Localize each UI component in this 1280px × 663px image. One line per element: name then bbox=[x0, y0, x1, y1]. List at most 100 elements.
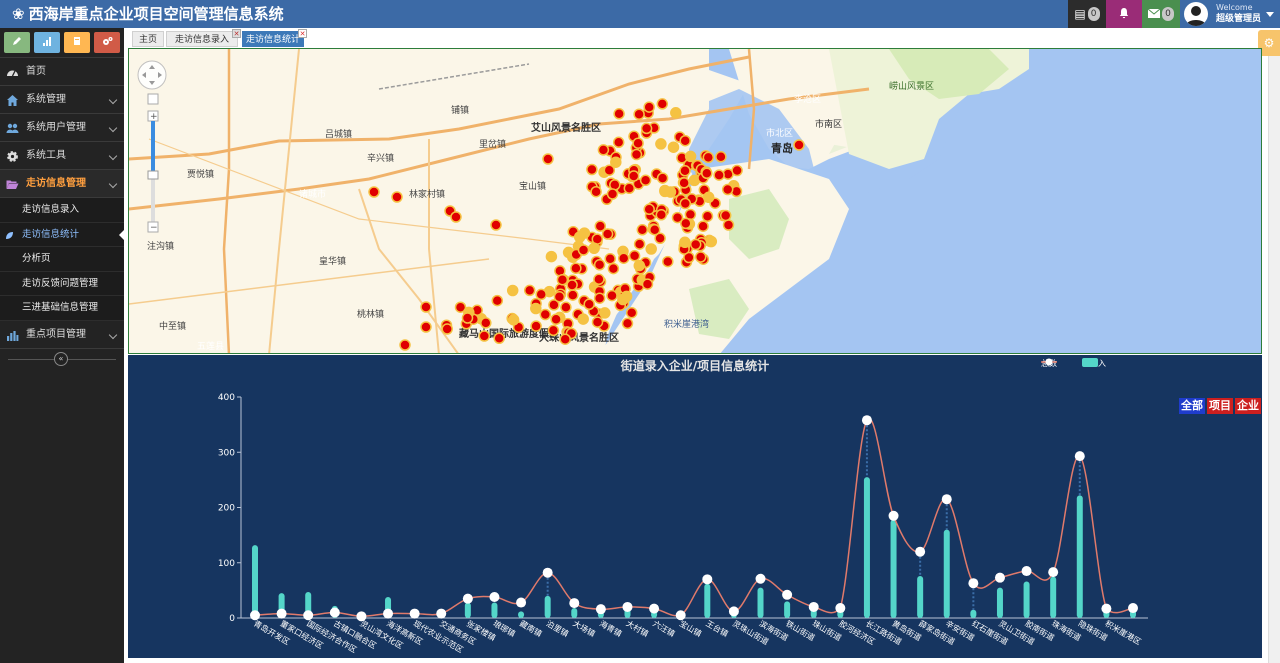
enterprise-marker[interactable] bbox=[701, 167, 713, 180]
enterprise-marker[interactable] bbox=[648, 223, 661, 236]
enterprise-marker[interactable] bbox=[594, 220, 607, 232]
enterprise-marker[interactable] bbox=[664, 186, 677, 198]
enterprise-marker[interactable] bbox=[570, 262, 582, 274]
bar-entered[interactable] bbox=[970, 609, 977, 618]
subnav-feedback[interactable]: 走访反馈问题管理 bbox=[0, 271, 124, 296]
enterprise-marker[interactable] bbox=[607, 262, 620, 275]
enterprise-marker[interactable] bbox=[613, 108, 625, 120]
nav-key-projects[interactable]: 重点项目管理 bbox=[0, 321, 124, 349]
total-point[interactable] bbox=[1101, 603, 1112, 614]
bar-entered[interactable] bbox=[917, 576, 924, 618]
enterprise-marker[interactable] bbox=[583, 298, 595, 311]
enterprise-marker[interactable] bbox=[684, 150, 697, 163]
total-point[interactable] bbox=[915, 546, 926, 557]
enterprise-marker[interactable] bbox=[535, 288, 547, 301]
enterprise-marker[interactable] bbox=[610, 156, 622, 168]
enterprise-marker[interactable] bbox=[593, 292, 606, 304]
enterprise-marker[interactable] bbox=[697, 220, 709, 232]
enterprise-marker[interactable] bbox=[530, 320, 542, 332]
enterprise-marker[interactable] bbox=[490, 219, 502, 231]
enterprise-marker[interactable] bbox=[604, 252, 616, 265]
subnav-analysis[interactable]: 分析页 bbox=[0, 247, 124, 272]
enterprise-marker[interactable] bbox=[640, 122, 653, 135]
enterprise-marker[interactable] bbox=[420, 321, 432, 333]
enterprise-marker[interactable] bbox=[523, 284, 536, 297]
enterprise-marker[interactable] bbox=[632, 137, 644, 149]
enterprise-marker[interactable] bbox=[441, 323, 453, 335]
user-menu[interactable]: Welcome 超级管理员 bbox=[1180, 0, 1280, 28]
enterprise-marker[interactable] bbox=[542, 153, 554, 165]
enterprise-marker[interactable] bbox=[478, 330, 491, 342]
enterprise-marker[interactable] bbox=[553, 290, 566, 303]
tab-visit-entry[interactable]: 走访信息录入 ✕ bbox=[166, 29, 241, 47]
enterprise-marker[interactable] bbox=[530, 302, 542, 315]
total-point[interactable] bbox=[569, 598, 580, 609]
enterprise-marker[interactable] bbox=[679, 134, 691, 147]
total-point[interactable] bbox=[728, 606, 739, 617]
enterprise-marker[interactable] bbox=[606, 188, 619, 200]
nav-system-admin[interactable]: 系统管理 bbox=[0, 86, 124, 114]
close-icon[interactable]: ✕ bbox=[298, 29, 307, 38]
bar-entered[interactable] bbox=[1050, 576, 1057, 618]
enterprise-marker[interactable] bbox=[506, 284, 519, 297]
enterprise-marker[interactable] bbox=[679, 197, 692, 210]
enterprise-marker[interactable] bbox=[630, 148, 643, 161]
nav-home[interactable]: 首页 bbox=[0, 58, 124, 86]
enterprise-marker[interactable] bbox=[670, 107, 682, 119]
total-point[interactable] bbox=[861, 415, 872, 426]
total-point[interactable] bbox=[250, 610, 260, 621]
enterprise-marker[interactable] bbox=[617, 252, 630, 264]
bar-entered[interactable] bbox=[518, 611, 525, 618]
filter-project-button[interactable]: 项目 bbox=[1207, 398, 1233, 414]
enterprise-marker[interactable] bbox=[641, 278, 654, 290]
shortcut-signal-button[interactable] bbox=[34, 32, 60, 53]
bar-entered[interactable] bbox=[996, 587, 1003, 618]
bar-entered[interactable] bbox=[464, 602, 471, 618]
enterprise-marker[interactable] bbox=[701, 210, 714, 222]
enterprise-marker[interactable] bbox=[625, 306, 638, 319]
bar-entered[interactable] bbox=[491, 602, 498, 618]
bar-entered[interactable] bbox=[784, 601, 791, 618]
legend-entered[interactable]: 已录入 bbox=[1082, 358, 1106, 370]
enterprise-marker[interactable] bbox=[694, 251, 707, 263]
enterprise-marker[interactable] bbox=[731, 164, 743, 177]
enterprise-marker[interactable] bbox=[655, 209, 668, 221]
filter-all-button[interactable]: 全部 bbox=[1179, 398, 1205, 414]
enterprise-marker[interactable] bbox=[559, 333, 571, 345]
enterprise-marker[interactable] bbox=[588, 242, 600, 255]
enterprise-marker[interactable] bbox=[719, 209, 732, 222]
zoom-slider-handle[interactable] bbox=[147, 170, 159, 180]
bar-entered[interactable] bbox=[757, 587, 764, 618]
enterprise-marker[interactable] bbox=[450, 211, 462, 223]
enterprise-marker[interactable] bbox=[636, 224, 649, 236]
enterprise-marker[interactable] bbox=[662, 255, 674, 268]
enterprise-marker[interactable] bbox=[633, 259, 646, 272]
shortcut-book-button[interactable] bbox=[64, 32, 90, 53]
enterprise-marker[interactable] bbox=[623, 182, 636, 195]
enterprise-marker[interactable] bbox=[577, 244, 590, 256]
enterprise-marker[interactable] bbox=[461, 312, 474, 324]
nav-system-tools[interactable]: 系统工具 bbox=[0, 142, 124, 170]
enterprise-marker[interactable] bbox=[601, 228, 614, 240]
total-point[interactable] bbox=[702, 574, 713, 585]
total-point[interactable] bbox=[941, 494, 952, 505]
enterprise-marker[interactable] bbox=[678, 177, 690, 189]
enterprise-marker[interactable] bbox=[628, 249, 641, 262]
total-point[interactable] bbox=[595, 604, 606, 615]
enterprise-marker[interactable] bbox=[655, 138, 667, 150]
map-canvas[interactable]: 艾山风景名胜区 青岛 崂山风景区 李沧区 市北区 大珠山风景名胜区 积米崖港湾 … bbox=[129, 49, 1262, 354]
total-point[interactable] bbox=[489, 592, 500, 603]
enterprise-marker[interactable] bbox=[399, 339, 411, 351]
total-point[interactable] bbox=[808, 601, 819, 612]
total-point[interactable] bbox=[276, 608, 287, 619]
enterprise-marker[interactable] bbox=[617, 293, 629, 306]
total-point[interactable] bbox=[1128, 603, 1138, 614]
bar-entered[interactable] bbox=[1076, 495, 1083, 618]
bar-entered[interactable] bbox=[890, 519, 897, 618]
total-point[interactable] bbox=[462, 593, 473, 604]
enterprise-marker[interactable] bbox=[550, 313, 562, 325]
bar-entered[interactable] bbox=[704, 583, 711, 618]
legend-total[interactable]: 总数 bbox=[1041, 358, 1057, 370]
enterprise-marker[interactable] bbox=[606, 289, 618, 302]
enterprise-marker[interactable] bbox=[633, 108, 645, 120]
